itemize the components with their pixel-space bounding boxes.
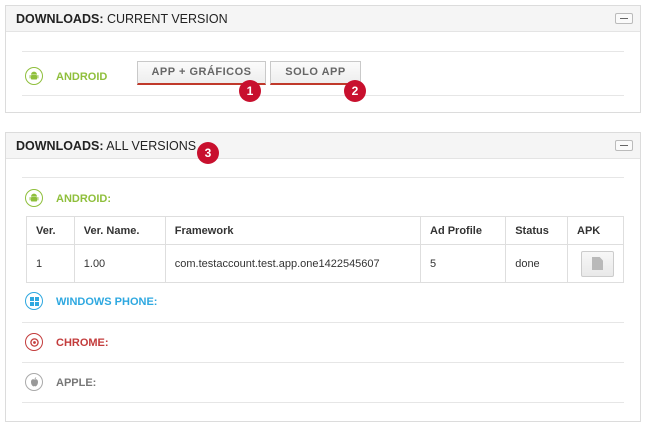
chrome-icon	[25, 333, 43, 351]
divider	[22, 402, 624, 403]
chrome-section-label: CHROME:	[56, 337, 109, 349]
col-ver-name: Ver. Name.	[73, 216, 166, 245]
all-versions-header: DOWNLOADS: ALL VERSIONS	[6, 133, 640, 159]
windows-section-label: WINDOWS PHONE:	[56, 296, 158, 308]
table-row: 1 1.00 com.testaccount.test.app.one14225…	[26, 244, 624, 283]
current-version-title: DOWNLOADS: CURRENT VERSION	[16, 12, 228, 26]
android-icon	[25, 67, 43, 85]
annotation-badge-3: 3	[197, 142, 219, 164]
windows-icon	[25, 292, 43, 310]
divider	[22, 95, 624, 96]
divider	[22, 362, 624, 363]
cell-status: done	[505, 244, 568, 283]
apple-icon	[25, 373, 43, 391]
divider	[22, 177, 624, 178]
file-icon	[592, 257, 603, 270]
cell-ver-name: 1.00	[73, 244, 166, 283]
annotation-badge-2: 2	[344, 80, 366, 102]
collapse-current-button[interactable]	[615, 13, 633, 24]
apple-section-label: APPLE:	[56, 377, 97, 389]
cell-framework: com.testaccount.test.app.one1422545607	[164, 244, 422, 283]
divider	[22, 51, 624, 52]
col-status: Status	[505, 216, 568, 245]
col-ver: Ver.	[26, 216, 75, 245]
current-android-label: ANDROID	[56, 71, 108, 83]
all-versions-title: DOWNLOADS: ALL VERSIONS	[16, 139, 197, 153]
current-version-header: DOWNLOADS: CURRENT VERSION	[6, 6, 640, 32]
all-versions-panel: DOWNLOADS: ALL VERSIONS 3 ANDROID: Ver. …	[5, 132, 641, 422]
col-ad-profile: Ad Profile	[419, 216, 507, 245]
apk-download-button[interactable]	[581, 250, 614, 277]
versions-table: Ver. Ver. Name. Framework Ad Profile Sta…	[26, 216, 624, 283]
col-apk: APK	[567, 216, 624, 245]
cell-apk	[567, 244, 624, 283]
cell-ad-profile: 5	[419, 244, 507, 283]
android-section-label: ANDROID:	[56, 193, 111, 205]
divider	[22, 322, 624, 323]
cell-ver: 1	[26, 244, 75, 283]
collapse-all-button[interactable]	[615, 140, 633, 151]
col-framework: Framework	[164, 216, 422, 245]
android-icon	[25, 189, 43, 207]
table-header-row: Ver. Ver. Name. Framework Ad Profile Sta…	[26, 216, 624, 245]
current-version-panel: DOWNLOADS: CURRENT VERSION ANDROID APP +…	[5, 5, 641, 113]
annotation-badge-1: 1	[239, 80, 261, 102]
